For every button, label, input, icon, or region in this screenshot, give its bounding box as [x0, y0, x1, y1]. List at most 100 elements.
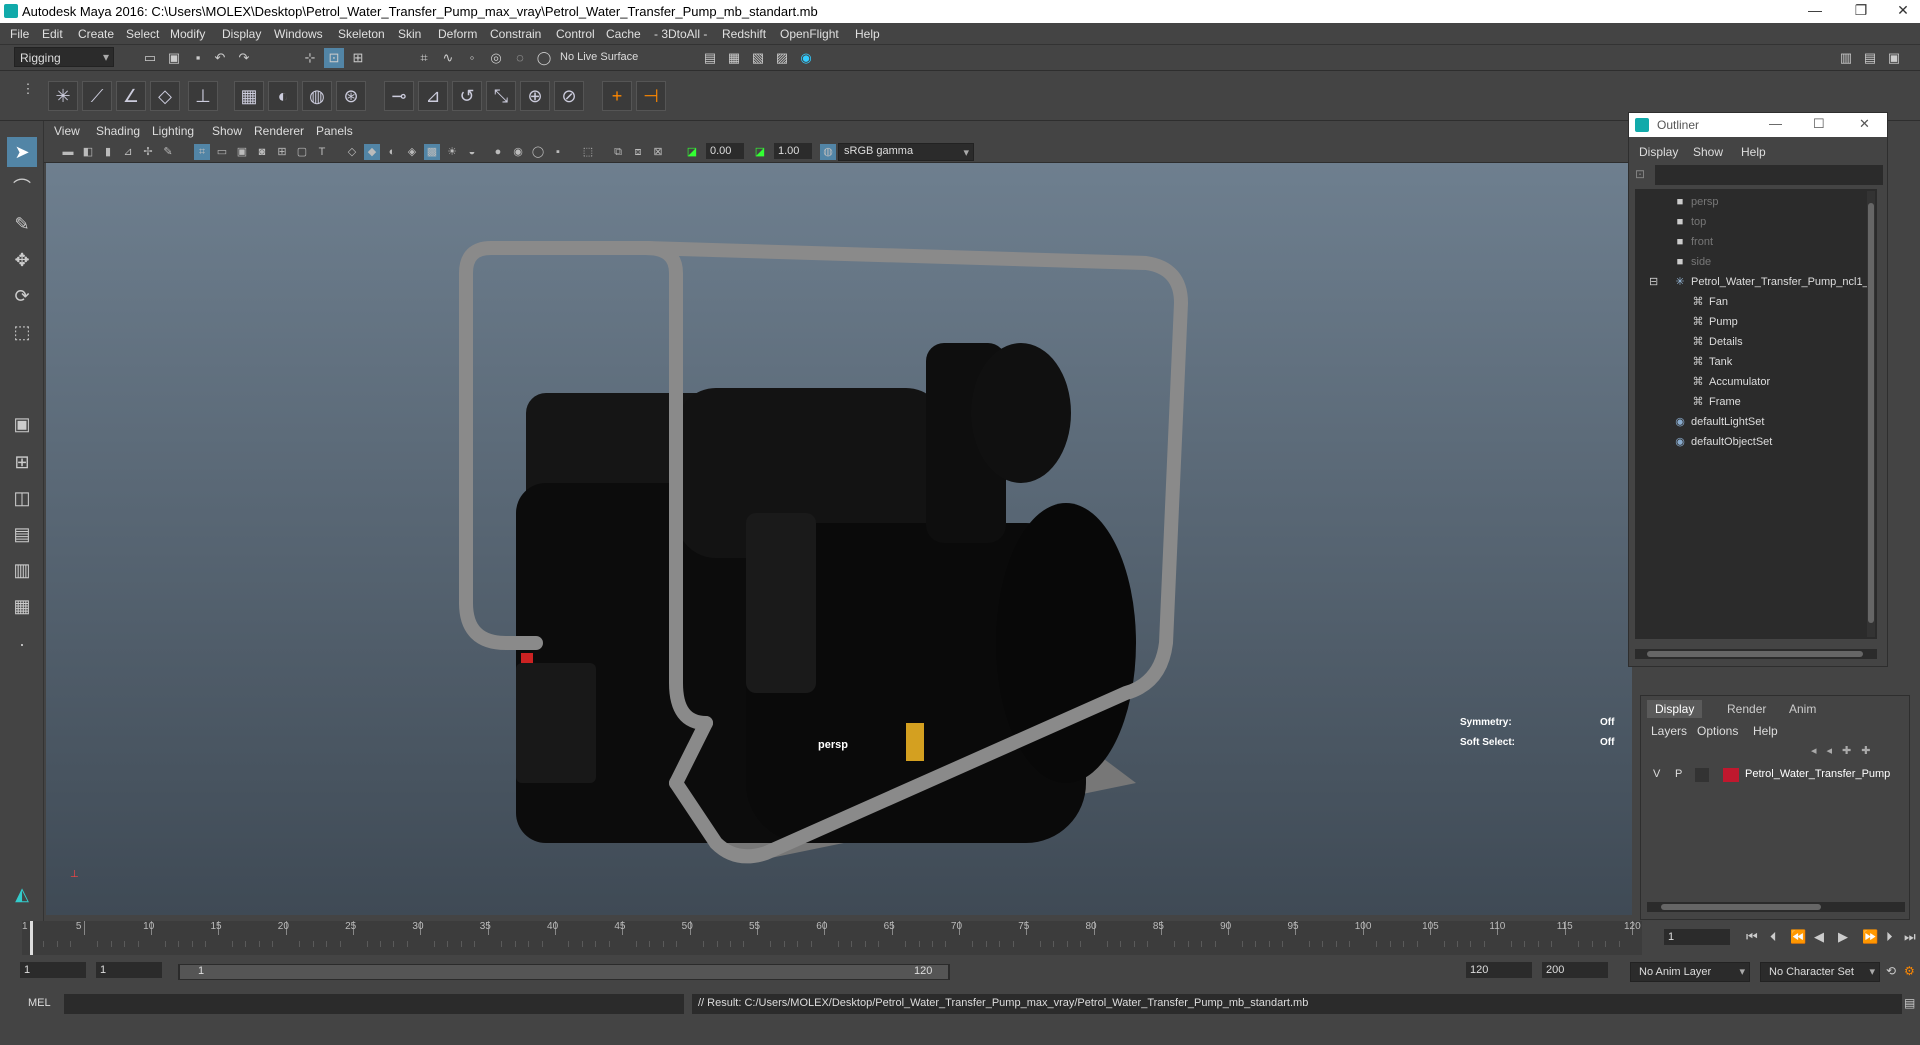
end-time-field[interactable]: 200	[1542, 962, 1608, 978]
layer-playback-toggle[interactable]: P	[1675, 768, 1682, 780]
menu-cache[interactable]: Cache	[606, 27, 641, 41]
playback-start-field[interactable]: 1	[96, 962, 162, 978]
tab-display[interactable]: Display	[1647, 700, 1703, 718]
play-backward-icon[interactable]: ◀	[1814, 929, 1824, 945]
range-bar-fill[interactable]	[180, 965, 948, 979]
menu-deform[interactable]: Deform	[438, 27, 477, 41]
safe-action-icon[interactable]: ▢	[294, 144, 310, 160]
render-view-icon[interactable]: ▤	[700, 48, 720, 68]
shelf-options-icon[interactable]: ⋮	[18, 79, 38, 113]
motion-blur-icon[interactable]: ◉	[510, 144, 526, 160]
outliner-tree[interactable]: ■ persp ■ top ■ front ■ side ✳ Petrol_Water_Trans…	[1635, 189, 1877, 639]
redo-icon[interactable]: ↷	[234, 48, 254, 68]
select-component-icon[interactable]: ⊞	[348, 48, 368, 68]
menu-display[interactable]: Display	[222, 27, 261, 41]
step-forward-key-icon[interactable]: ⏩	[1862, 929, 1878, 945]
outliner-menu-display[interactable]: Display	[1639, 145, 1678, 159]
script-mode-label[interactable]: MEL	[28, 997, 51, 1009]
gate-mask-icon[interactable]: ◙	[254, 144, 270, 160]
resolution-gate-icon[interactable]: ▣	[234, 144, 250, 160]
graph-layout-icon[interactable]: ▥	[7, 555, 37, 585]
playback-end-field[interactable]: 120	[1466, 962, 1532, 978]
attribute-editor-icon[interactable]: ▣	[1884, 48, 1904, 68]
snap-curve-icon[interactable]: ∿	[438, 48, 458, 68]
go-to-end-icon[interactable]: ⏭	[1904, 929, 1916, 945]
textured-icon[interactable]: ▩	[424, 144, 440, 160]
menu-3dtoall[interactable]: - 3DtoAll -	[654, 27, 707, 41]
tab-anim[interactable]: Anim	[1781, 700, 1824, 718]
menu-edit[interactable]: Edit	[42, 27, 63, 41]
layers-menu-help[interactable]: Help	[1753, 724, 1778, 738]
menu-control[interactable]: Control	[556, 27, 595, 41]
outliner-menu-show[interactable]: Show	[1693, 145, 1723, 159]
use-lights-icon[interactable]: ☀	[444, 144, 460, 160]
select-tool-icon[interactable]: ➤	[7, 137, 37, 167]
paint-select-icon[interactable]: ✎	[7, 209, 37, 239]
grease-pencil-icon[interactable]: ✎	[160, 144, 176, 160]
open-scene-icon[interactable]: ▣	[164, 48, 184, 68]
close-button[interactable]: ✕	[1888, 2, 1918, 19]
outliner-item[interactable]: ✳ Petrol_Water_Transfer_Pump_ncl1_	[1673, 273, 1868, 291]
mirror-joint-icon[interactable]: ◇	[150, 81, 180, 111]
four-view-icon[interactable]: ⊞	[7, 447, 37, 477]
step-back-key-icon[interactable]: ⏪	[1790, 929, 1806, 945]
layers-hscrollbar[interactable]	[1647, 902, 1905, 912]
outliner-item[interactable]: ◉ defaultObjectSet	[1673, 433, 1772, 451]
viewport-persp[interactable]: Symmetry: Off Soft Select: Off persp ⊥	[46, 163, 1632, 915]
time-slider[interactable]: 1 5 10 15 20 25 30 35 40 45 50 55 60 65 70 75 80 85 90 95 10…	[22, 921, 1642, 955]
character-set-dropdown[interactable]: No Character Set	[1760, 962, 1880, 982]
menu-openflight[interactable]: OpenFlight	[780, 27, 839, 41]
pole-vector-icon[interactable]: ⊘	[554, 81, 584, 111]
xray-icon[interactable]: ⧉	[610, 144, 626, 160]
colorspace-dropdown[interactable]: sRGB gamma	[838, 143, 974, 161]
ik-handle-icon[interactable]: ⟋	[82, 81, 112, 111]
smooth-shade-icon[interactable]: ◆	[364, 144, 380, 160]
select-object-icon[interactable]: ⊡	[324, 48, 344, 68]
panel-menu-lighting[interactable]: Lighting	[152, 124, 194, 138]
xray-joints-icon[interactable]: ⧈	[630, 144, 646, 160]
outliner-item[interactable]: ◉ defaultLightSet	[1673, 413, 1764, 431]
menu-select[interactable]: Select	[126, 27, 159, 41]
isolate-select-icon[interactable]: ⬚	[580, 144, 596, 160]
channel-box-icon[interactable]: ▤	[1860, 48, 1880, 68]
restore-button[interactable]: ❐	[1846, 2, 1876, 19]
step-forward-icon[interactable]: ⏵	[1886, 929, 1893, 945]
constraint-point-icon[interactable]: ⊸	[384, 81, 414, 111]
camera-attr-icon[interactable]: ◧	[80, 144, 96, 160]
render-settings-icon[interactable]: ▨	[772, 48, 792, 68]
snap-surface-icon[interactable]: ◌	[510, 48, 530, 68]
2d-pan-icon[interactable]: ✢	[140, 144, 156, 160]
panel-menu-view[interactable]: View	[54, 124, 80, 138]
new-scene-icon[interactable]: ▭	[140, 48, 160, 68]
play-forward-icon[interactable]: ▶	[1838, 929, 1848, 945]
hypershade-icon[interactable]: ◉	[796, 48, 816, 68]
anim-prefs-icon[interactable]: ⚙	[1904, 964, 1915, 978]
expand-collapse-icon[interactable]: ⊟	[1649, 275, 1658, 288]
shadows-icon[interactable]: ◒	[464, 144, 480, 160]
single-view-icon[interactable]: ▣	[7, 409, 37, 439]
gamma-icon[interactable]: ◪	[752, 144, 768, 160]
outliner-item[interactable]: ⌘ Pump	[1691, 313, 1738, 331]
constraint-aim-icon[interactable]: ⊿	[418, 81, 448, 111]
menu-constrain[interactable]: Constrain	[490, 27, 541, 41]
film-gate-icon[interactable]: ▭	[214, 144, 230, 160]
camera-select-icon[interactable]: ▬	[60, 144, 76, 160]
outliner-item[interactable]: ■ top	[1673, 213, 1707, 231]
scale-tool-icon[interactable]: ⬚	[7, 317, 37, 347]
outliner-item[interactable]: ■ side	[1673, 253, 1712, 271]
smooth-bind-icon[interactable]: ▦	[234, 81, 264, 111]
menu-create[interactable]: Create	[78, 27, 114, 41]
tab-render[interactable]: Render	[1719, 700, 1774, 718]
outliner-item[interactable]: ■ persp	[1673, 193, 1719, 211]
safe-title-icon[interactable]: T	[314, 144, 330, 160]
go-to-start-icon[interactable]: ⏮	[1746, 929, 1758, 945]
color-management-icon[interactable]: ◍	[820, 144, 836, 160]
script-editor-icon[interactable]: ▤	[1904, 996, 1915, 1010]
outliner-maximize-icon[interactable]: ☐	[1813, 116, 1825, 132]
rotate-tool-icon[interactable]: ⟳	[7, 281, 37, 311]
menu-modify[interactable]: Modify	[170, 27, 205, 41]
ipr-render-icon[interactable]: ▧	[748, 48, 768, 68]
save-scene-icon[interactable]: ▪	[188, 48, 208, 68]
undo-icon[interactable]: ↶	[210, 48, 230, 68]
outliner-hscroll-thumb[interactable]	[1647, 651, 1863, 657]
